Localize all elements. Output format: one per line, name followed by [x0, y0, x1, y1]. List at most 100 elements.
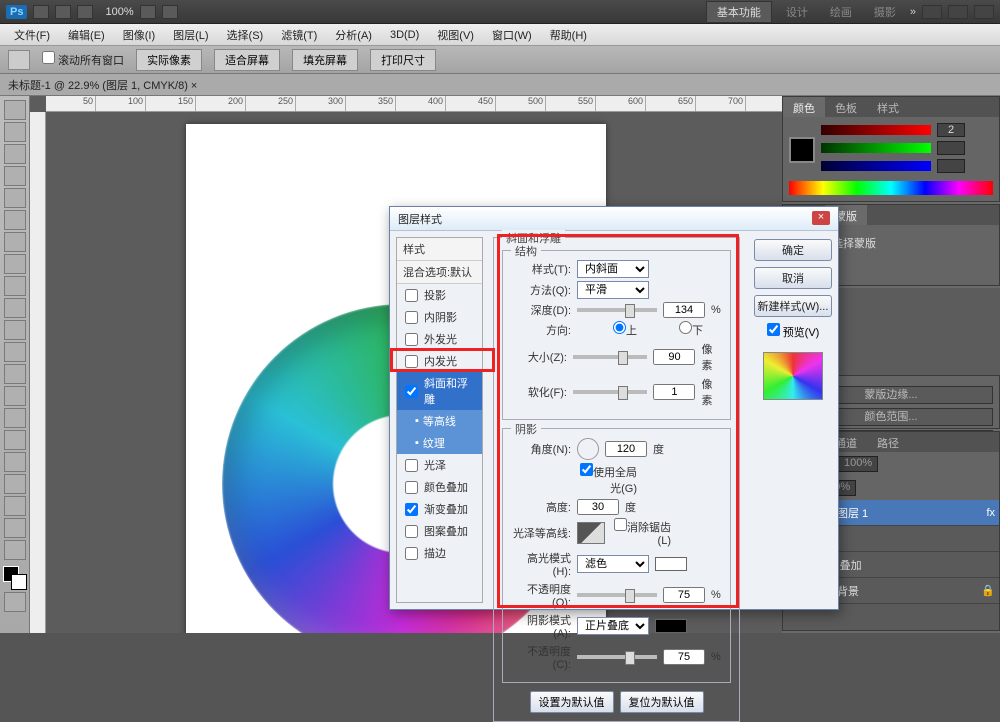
menu-help[interactable]: 帮助(H)	[542, 25, 595, 45]
tab-paths[interactable]: 路径	[867, 432, 909, 452]
angle-dial[interactable]	[577, 438, 599, 460]
document-tab[interactable]: 未标题-1 @ 22.9% (图层 1, CMYK/8) ×	[0, 74, 1000, 96]
style-item-bevel[interactable]: 斜面和浮雕	[397, 372, 482, 410]
tab-swatches[interactable]: 色板	[825, 97, 867, 117]
workspace-essentials[interactable]: 基本功能	[706, 1, 772, 23]
style-item-patternoverlay[interactable]: 图案叠加	[397, 520, 482, 542]
cancel-button[interactable]: 取消	[754, 267, 832, 289]
dodge-tool-icon[interactable]	[4, 386, 26, 406]
shape-tool-icon[interactable]	[4, 474, 26, 494]
fg-swatch[interactable]	[789, 137, 815, 163]
workspace-link[interactable]: 摄影	[874, 4, 896, 20]
style-item-texture[interactable]: ▪纹理	[397, 432, 482, 454]
method-select[interactable]: 平滑	[577, 281, 649, 299]
shadow-opacity-input[interactable]	[663, 649, 705, 665]
menu-3d[interactable]: 3D(D)	[382, 27, 427, 43]
workspace-link[interactable]: 绘画	[830, 4, 852, 20]
highlight-mode-select[interactable]: 滤色	[577, 555, 649, 573]
gradient-tool-icon[interactable]	[4, 342, 26, 362]
depth-input[interactable]	[663, 302, 705, 318]
tab-styles[interactable]: 样式	[867, 97, 909, 117]
stamp-tool-icon[interactable]	[4, 276, 26, 296]
hand-icon[interactable]	[8, 50, 30, 70]
style-item-innerglow[interactable]: 内发光	[397, 350, 482, 372]
scroll-all-checkbox[interactable]: 滚动所有窗口	[42, 51, 124, 68]
highlight-color[interactable]	[655, 557, 687, 571]
style-item-coloroverlay[interactable]: 颜色叠加	[397, 476, 482, 498]
dir-down-radio[interactable]: 下	[643, 321, 703, 338]
new-style-button[interactable]: 新建样式(W)...	[754, 295, 832, 317]
type-tool-icon[interactable]	[4, 430, 26, 450]
shadow-mode-select[interactable]: 正片叠底	[577, 617, 649, 635]
style-item-outerglow[interactable]: 外发光	[397, 328, 482, 350]
menu-layer[interactable]: 图层(L)	[165, 25, 216, 45]
spectrum-bar[interactable]	[789, 181, 993, 195]
reset-default-button[interactable]: 复位为默认值	[620, 691, 704, 713]
mb-icon[interactable]	[55, 5, 71, 19]
menu-edit[interactable]: 编辑(E)	[60, 25, 113, 45]
soften-slider[interactable]	[573, 390, 648, 394]
fg-bg-swatch[interactable]	[3, 566, 27, 590]
gloss-contour[interactable]	[577, 522, 605, 544]
menu-image[interactable]: 图像(I)	[115, 25, 163, 45]
preview-checkbox[interactable]: 预览(V)	[767, 323, 820, 340]
set-default-button[interactable]: 设置为默认值	[530, 691, 614, 713]
close-icon[interactable]: ×	[812, 211, 830, 225]
altitude-input[interactable]	[577, 499, 619, 515]
style-item-stroke[interactable]: 描边	[397, 542, 482, 564]
lasso-tool-icon[interactable]	[4, 144, 26, 164]
bridge-icon[interactable]	[33, 5, 49, 19]
eraser-tool-icon[interactable]	[4, 320, 26, 340]
blur-tool-icon[interactable]	[4, 364, 26, 384]
global-light-checkbox[interactable]: 使用全局光(G)	[577, 463, 637, 496]
dialog-title-bar[interactable]: 图层样式 ×	[390, 207, 838, 231]
path-tool-icon[interactable]	[4, 452, 26, 472]
print-size-button[interactable]: 打印尺寸	[370, 49, 436, 71]
hand-icon[interactable]	[140, 5, 156, 19]
size-slider[interactable]	[573, 355, 648, 359]
style-item-contour[interactable]: ▪等高线	[397, 410, 482, 432]
quickmask-icon[interactable]	[4, 592, 26, 612]
hand-tool-icon[interactable]	[4, 518, 26, 538]
marquee-tool-icon[interactable]	[4, 122, 26, 142]
eyedropper-tool-icon[interactable]	[4, 210, 26, 230]
brush-tool-icon[interactable]	[4, 254, 26, 274]
pen-tool-icon[interactable]	[4, 408, 26, 428]
min-icon[interactable]	[922, 5, 942, 19]
shadow-opacity-slider[interactable]	[577, 655, 657, 659]
menu-window[interactable]: 窗口(W)	[484, 25, 540, 45]
depth-slider[interactable]	[577, 308, 657, 312]
opacity-value[interactable]: 100%	[838, 456, 878, 472]
heal-tool-icon[interactable]	[4, 232, 26, 252]
fit-screen-button[interactable]: 适合屏幕	[214, 49, 280, 71]
style-item-satin[interactable]: 光泽	[397, 454, 482, 476]
highlight-opacity-input[interactable]	[663, 587, 705, 603]
red-slider[interactable]	[821, 125, 931, 135]
max-icon[interactable]	[948, 5, 968, 19]
menu-analysis[interactable]: 分析(A)	[327, 25, 380, 45]
move-tool-icon[interactable]	[4, 100, 26, 120]
ok-button[interactable]: 确定	[754, 239, 832, 261]
highlight-opacity-slider[interactable]	[577, 593, 657, 597]
tab-color[interactable]: 颜色	[783, 97, 825, 117]
menu-file[interactable]: 文件(F)	[6, 25, 58, 45]
crop-tool-icon[interactable]	[4, 188, 26, 208]
fill-screen-button[interactable]: 填充屏幕	[292, 49, 358, 71]
style-item-innershadow[interactable]: 内阴影	[397, 306, 482, 328]
zoom-level[interactable]: 100%	[105, 6, 133, 18]
close-icon[interactable]	[974, 5, 994, 19]
style-item-dropshadow[interactable]: 投影	[397, 284, 482, 306]
soften-input[interactable]	[653, 384, 695, 400]
green-slider[interactable]	[821, 143, 931, 153]
history-tool-icon[interactable]	[4, 298, 26, 318]
green-value[interactable]	[937, 141, 965, 155]
workspace-link[interactable]: 设计	[786, 4, 808, 20]
actual-pixels-button[interactable]: 实际像素	[136, 49, 202, 71]
shadow-color[interactable]	[655, 619, 687, 633]
blend-header[interactable]: 混合选项:默认	[397, 261, 482, 284]
wand-tool-icon[interactable]	[4, 166, 26, 186]
3d-tool-icon[interactable]	[4, 496, 26, 516]
size-input[interactable]	[653, 349, 695, 365]
blue-slider[interactable]	[821, 161, 931, 171]
red-value[interactable]: 2	[937, 123, 965, 137]
